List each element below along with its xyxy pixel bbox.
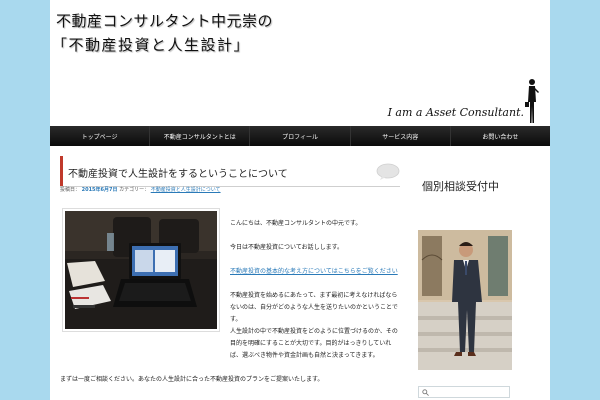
post-link[interactable]: 不動産投資の基本的な考え方についてはこちらをご覧ください (230, 266, 398, 278)
site-tagline: I am a Asset Consultant. (387, 106, 524, 119)
post-paragraph: こんにちは、不動産コンサルタントの中元です。 (230, 220, 362, 227)
site-subtitle: 「不動産投資と人生設計」 (52, 36, 251, 54)
post-paragraph: 人生設計の中で不動産投資をどのように位置づけるのか、その目的を明確にすることが大… (230, 328, 398, 359)
sidebar-search[interactable] (418, 386, 510, 398)
meta-date-prefix: 投稿日： (60, 187, 81, 193)
profile-photo (418, 230, 512, 370)
post-category-link[interactable]: 不動産投資と人生設計について (151, 187, 221, 193)
post-meta: 投稿日： 2015年6月7日 カテゴリー： 不動産投資と人生設計について (60, 186, 221, 193)
post-photo-laptop (62, 208, 220, 332)
comment-bubble-icon[interactable] (376, 163, 400, 180)
nav-item-about[interactable]: 不動産コンサルタントとは (150, 126, 251, 146)
site-title[interactable]: 不動産コンサルタント中元崇の (56, 10, 273, 31)
nav-item-contact[interactable]: お問い合わせ (451, 126, 550, 146)
nav-item-profile[interactable]: プロフィール (250, 126, 351, 146)
nav-item-services[interactable]: サービス内容 (351, 126, 451, 146)
nav-item-top[interactable]: トップページ (50, 126, 151, 146)
site-header: 不動産コンサルタント中元崇の 「不動産投資と人生設計」 I am a Asset… (50, 0, 550, 126)
main-nav: トップページ 不動産コンサルタントとは プロフィール サービス内容 お問い合わせ (50, 126, 550, 146)
page: 不動産コンサルタント中元崇の 「不動産投資と人生設計」 I am a Asset… (50, 0, 550, 400)
post-paragraph: まずは一度ご相談ください。あなたの人生設計に合った不動産投資のプランをご提案いた… (60, 376, 324, 383)
post-date[interactable]: 2015年6月7日 (82, 187, 118, 193)
post-paragraph: 不動産投資を始めるにあたって、まず最初に考えなければならないのは、自分がどのよう… (230, 292, 398, 323)
businessman-silhouette-icon (525, 79, 539, 123)
meta-category-prefix: カテゴリー： (119, 187, 150, 193)
post-header: 不動産投資で人生設計をするということについて (60, 156, 400, 187)
post-title[interactable]: 不動産投資で人生設計をするということについて (68, 165, 288, 180)
search-icon (422, 389, 429, 396)
title-accent-bar (60, 156, 63, 186)
sidebar-heading: 個別相談受付中 (422, 180, 499, 193)
post-paragraph: 今日は不動産投資についてお話しします。 (230, 244, 344, 251)
